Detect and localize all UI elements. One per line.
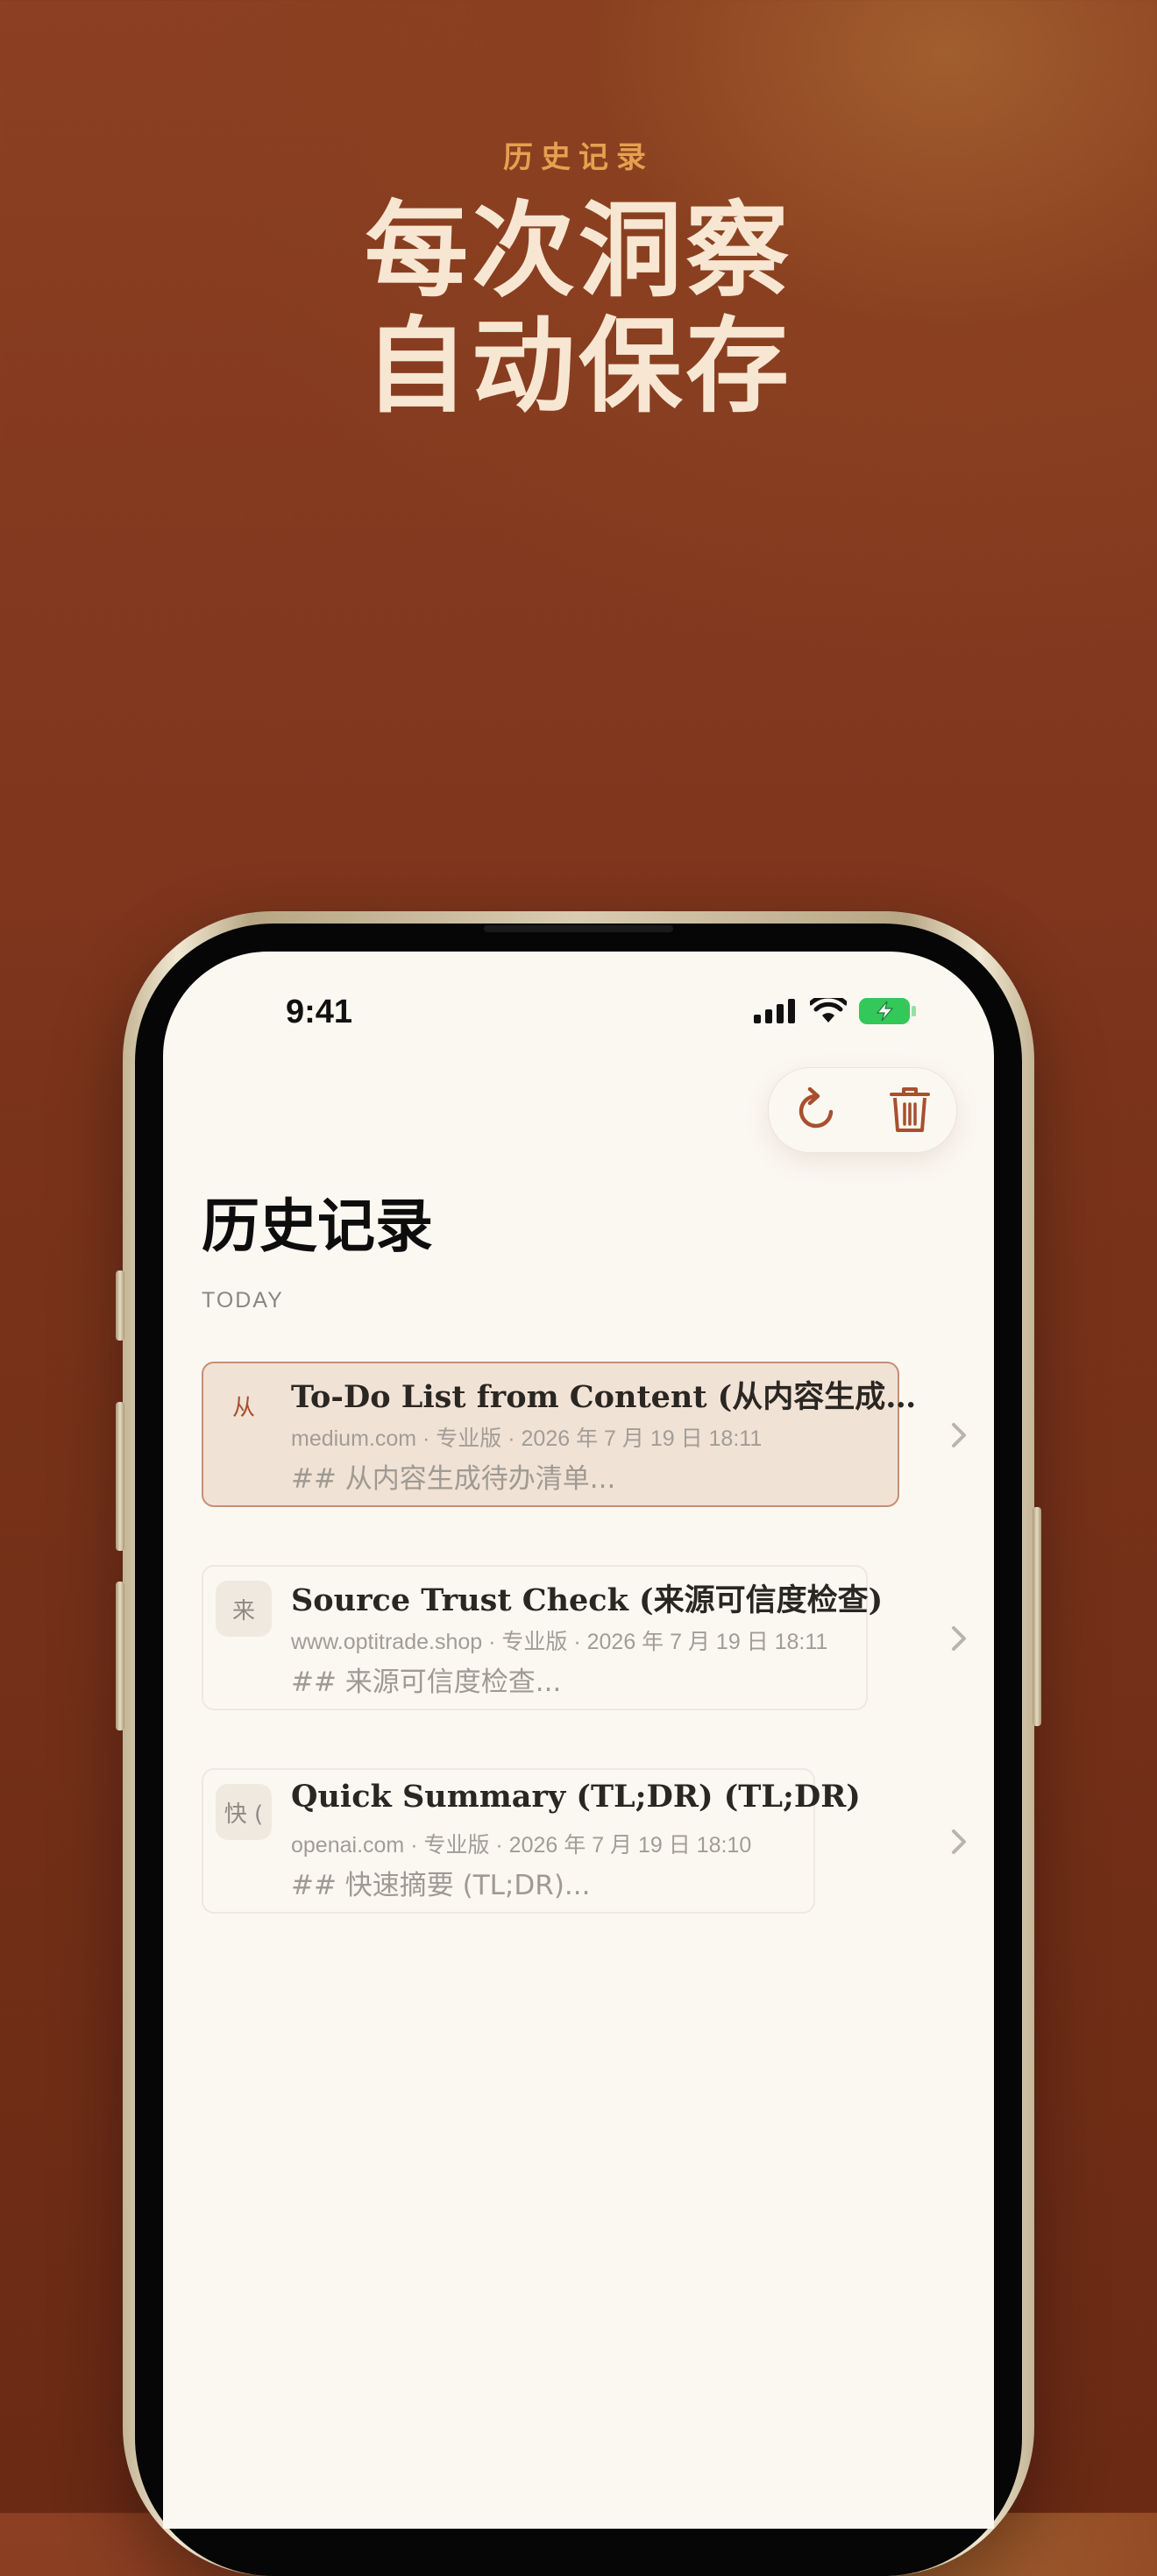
action-button	[116, 1270, 124, 1341]
chevron-right-icon	[952, 1626, 966, 1651]
history-item-preview: ## 快速摘要 (TL;DR)...	[291, 1870, 591, 1901]
chevron-right-icon	[952, 1423, 966, 1447]
trash-icon	[889, 1087, 930, 1132]
volume-down-button	[116, 1582, 124, 1730]
wifi-icon	[810, 998, 847, 1023]
history-item-title: Source Trust Check (来源可信度检查)	[291, 1582, 884, 1618]
chevron-right-icon	[952, 1829, 966, 1854]
app-screen: 9:41 历史记录 TODAY 从 To-Do List from Conten…	[163, 952, 994, 2529]
history-item-2[interactable]: 来 Source Trust Check (来源可信度检查) www.optit…	[202, 1565, 973, 1712]
history-item-badge: 来	[216, 1581, 272, 1637]
hero-title-line-2: 自动保存	[364, 305, 792, 427]
history-item-title: Quick Summary (TL;DR) (TL;DR)	[291, 1779, 861, 1815]
section-label-today: TODAY	[202, 1288, 284, 1313]
power-button	[1033, 1507, 1041, 1726]
refresh-button[interactable]	[784, 1079, 848, 1142]
history-item-preview: ## 从内容生成待办清单...	[291, 1463, 616, 1495]
status-time: 9:41	[286, 994, 353, 1030]
delete-button[interactable]	[878, 1079, 941, 1142]
volume-up-button	[116, 1402, 124, 1551]
history-item-preview: ## 来源可信度检查...	[291, 1667, 562, 1698]
hero-title-line-1: 每次洞察	[364, 189, 792, 311]
history-item-title: To-Do List from Content (从内容生成…	[291, 1379, 917, 1415]
hero-eyebrow: 历史记录	[503, 140, 654, 175]
toolbar-pill	[768, 1067, 957, 1153]
history-item-meta: www.optitrade.shop · 专业版 · 2026 年 7 月 19…	[291, 1630, 828, 1654]
page-title: 历史记录	[202, 1192, 433, 1260]
status-icons	[754, 997, 917, 1025]
history-item-badge: 从	[231, 1394, 255, 1421]
battery-charging-icon	[859, 998, 916, 1024]
history-item-1[interactable]: 从 To-Do List from Content (从内容生成… medium…	[202, 1362, 973, 1509]
history-item-meta: medium.com · 专业版 · 2026 年 7 月 19 日 18:11	[291, 1426, 763, 1451]
history-item-badge: 快 (	[216, 1784, 272, 1840]
cellular-signal-icon	[754, 999, 795, 1023]
history-item-meta: openai.com · 专业版 · 2026 年 7 月 19 日 18:10	[291, 1833, 752, 1858]
refresh-icon	[799, 1087, 833, 1129]
hero-title: 每次洞察 自动保存	[0, 193, 1157, 424]
history-item-3[interactable]: 快 ( Quick Summary (TL;DR) (TL;DR) openai…	[202, 1768, 973, 1915]
sensor-housing	[484, 925, 673, 932]
